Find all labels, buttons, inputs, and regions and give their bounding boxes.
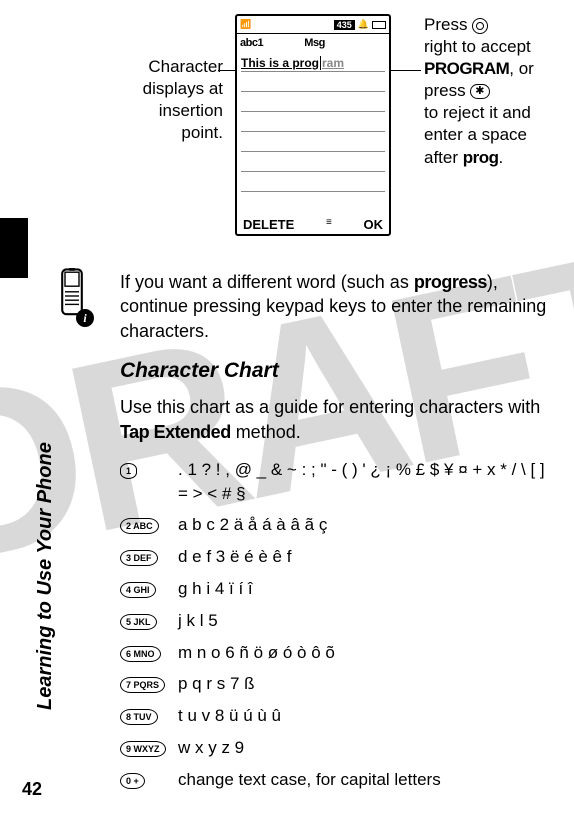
chart-row: 9 WXYZ w x y z 9 <box>120 736 550 760</box>
key-0-icon: 0 + <box>120 773 145 789</box>
tip-word: progress <box>414 272 487 292</box>
input-mode: abc1 <box>240 37 263 49</box>
chart-row: 7 PQRS p q r s 7 ß <box>120 672 550 696</box>
key-7-chars: p q r s 7 ß <box>178 672 550 696</box>
callout-left-l2: displays at <box>143 79 223 98</box>
text-line <box>241 112 385 132</box>
callout-right-w2: prog <box>463 148 499 167</box>
callout-left: Character displays at insertion point. <box>113 56 223 144</box>
chart-intro-b: method. <box>231 422 301 442</box>
menu-icon: ≡ <box>326 217 332 232</box>
chart-row: 8 TUV t u v 8 ü ú ù û <box>120 704 550 728</box>
chart-intro: Use this chart as a guide for entering c… <box>120 395 550 444</box>
text-line <box>241 72 385 92</box>
body-content: If you want a different word (such as pr… <box>120 270 550 800</box>
phone-screen: 📶 435 🔔 abc1 Msg This is a program <box>235 14 391 236</box>
page-number: 42 <box>22 779 42 800</box>
status-count: 435 <box>334 20 355 30</box>
softkey-left: DELETE <box>243 217 294 232</box>
callout-right-t5: . <box>499 148 504 167</box>
screen-figure: Character displays at insertion point. P… <box>110 14 564 254</box>
character-chart: 1 . 1 ? ! , @ _ & ~ : ; " - ( ) ' ¿ ¡ % £… <box>120 458 550 792</box>
chart-row: 4 GHI g h i 4 ï í î <box>120 577 550 601</box>
text-line <box>241 92 385 112</box>
text-cursor <box>320 56 321 70</box>
key-6-chars: m n o 6 ñ ö ø ó ò ô õ <box>178 641 550 665</box>
softkey-row: DELETE ≡ OK <box>237 217 389 232</box>
key-8-chars: t u v 8 ü ú ù û <box>178 704 550 728</box>
key-3-icon: 3 DEF <box>120 550 158 566</box>
key-9-icon: 9 WXYZ <box>120 741 166 757</box>
key-2-icon: 2 ABC <box>120 518 159 534</box>
ring-icon: 🔔 <box>358 19 369 30</box>
text-line <box>241 132 385 152</box>
leader-line <box>391 70 421 71</box>
chart-row: 2 ABC a b c 2 ä å á à â ã ç <box>120 513 550 537</box>
text-line <box>241 172 385 192</box>
star-key-icon: ✱ <box>470 84 489 99</box>
signal-icon: 📶 <box>240 19 251 30</box>
leader-line <box>218 70 236 71</box>
screen-title: Msg <box>304 37 325 49</box>
key-4-icon: 4 GHI <box>120 582 156 598</box>
key-8-icon: 8 TUV <box>120 709 158 725</box>
key-9-chars: w x y z 9 <box>178 736 550 760</box>
typed-text: This is a prog <box>241 56 319 70</box>
tip-paragraph: If you want a different word (such as pr… <box>120 270 550 343</box>
callout-right-w1: PROGRAM <box>424 59 509 78</box>
key-0-chars: change text case, for capital letters <box>178 768 550 792</box>
battery-icon <box>372 21 386 29</box>
status-bar: 📶 435 🔔 <box>237 16 389 34</box>
suggested-text: ram <box>322 56 344 70</box>
nav-key-icon <box>472 18 488 34</box>
key-1-chars: . 1 ? ! , @ _ & ~ : ; " - ( ) ' ¿ ¡ % £ … <box>178 458 550 506</box>
callout-right-t2: right to accept <box>424 37 531 56</box>
running-head: Learning to Use Your Phone <box>34 442 57 710</box>
key-5-icon: 5 JKL <box>120 614 157 630</box>
key-2-chars: a b c 2 ä å á à â ã ç <box>178 513 550 537</box>
key-7-icon: 7 PQRS <box>120 677 165 693</box>
key-5-chars: j k l 5 <box>178 609 550 633</box>
info-icon: i <box>76 309 94 327</box>
text-line-1: This is a program <box>241 52 385 72</box>
phone-tip-icon: i <box>58 268 88 321</box>
edge-tab <box>0 218 28 278</box>
screen-title-row: abc1 Msg <box>237 34 389 52</box>
chart-intro-a: Use this chart as a guide for entering c… <box>120 397 540 417</box>
character-chart-heading: Character Chart <box>120 357 550 385</box>
callout-left-l3: insertion point. <box>159 101 223 142</box>
chart-intro-method: Tap Extended <box>120 422 231 442</box>
chart-row: 5 JKL j k l 5 <box>120 609 550 633</box>
tip-text-a: If you want a different word (such as <box>120 272 414 292</box>
callout-right-t1: Press <box>424 15 472 34</box>
softkey-right: OK <box>363 217 383 232</box>
key-1-icon: 1 <box>120 463 137 479</box>
key-3-chars: d e f 3 ë é è ê f <box>178 545 550 569</box>
callout-right: Press right to accept PROGRAM, or press … <box>424 14 564 169</box>
text-line <box>241 152 385 172</box>
chart-row: 1 . 1 ? ! , @ _ & ~ : ; " - ( ) ' ¿ ¡ % £… <box>120 458 550 506</box>
chart-row: 3 DEF d e f 3 ë é è ê f <box>120 545 550 569</box>
chart-row: 0 + change text case, for capital letters <box>120 768 550 792</box>
key-4-chars: g h i 4 ï í î <box>178 577 550 601</box>
chart-row: 6 MNO m n o 6 ñ ö ø ó ò ô õ <box>120 641 550 665</box>
key-6-icon: 6 MNO <box>120 646 161 662</box>
callout-left-l1: Character <box>148 57 223 76</box>
